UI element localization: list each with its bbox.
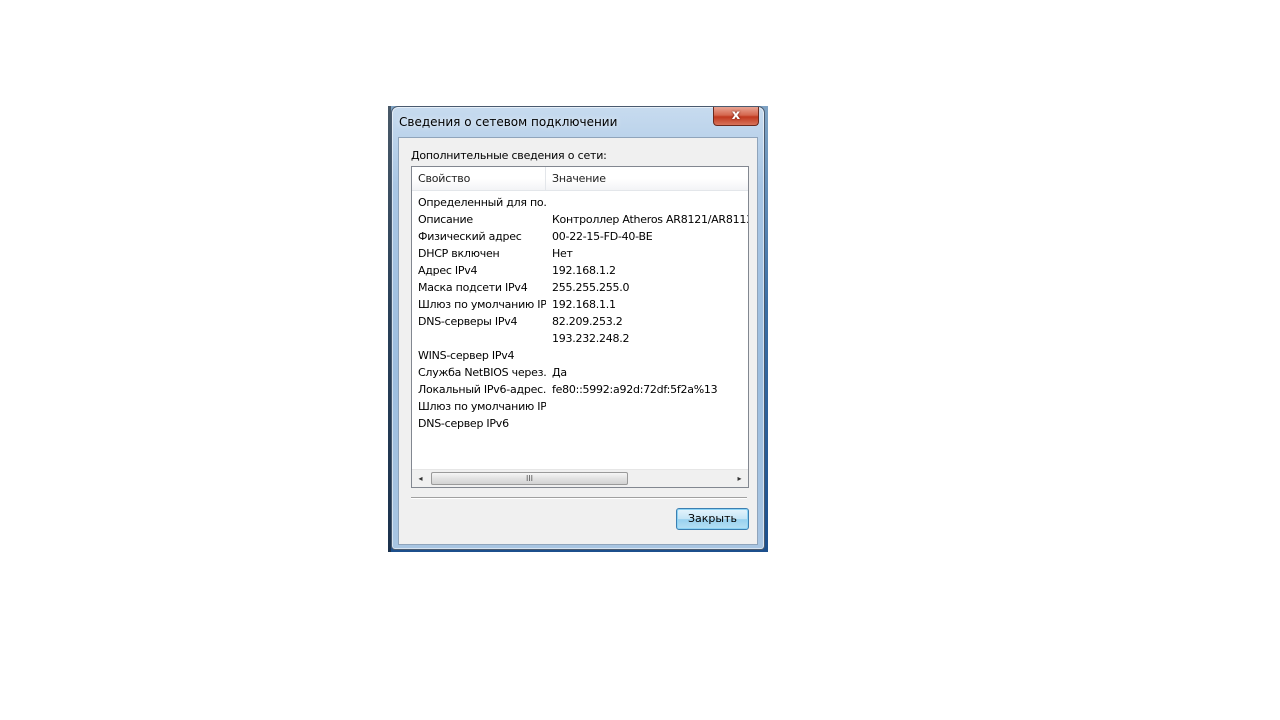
table-row[interactable]: DHCP включен Нет bbox=[412, 245, 748, 262]
column-header-value[interactable]: Значение bbox=[546, 167, 748, 190]
property-cell: WINS-сервер IPv4 bbox=[418, 349, 515, 362]
details-list-view[interactable]: Свойство Значение Определенный для по...… bbox=[411, 166, 749, 488]
property-cell: DNS-сервер IPv6 bbox=[418, 417, 509, 430]
value-cell: 82.209.253.2 bbox=[552, 315, 623, 328]
property-cell: Описание bbox=[418, 213, 473, 226]
scrollbar-thumb[interactable]: III bbox=[431, 472, 628, 485]
value-cell bbox=[552, 415, 748, 432]
table-row[interactable]: Служба NetBIOS через... Да bbox=[412, 364, 748, 381]
value-cell: Да bbox=[552, 366, 567, 379]
value-cell bbox=[552, 347, 748, 364]
property-cell: Определенный для по... bbox=[418, 196, 546, 209]
table-row[interactable]: Маска подсети IPv4 255.255.255.0 bbox=[412, 279, 748, 296]
property-cell: Маска подсети IPv4 bbox=[418, 281, 528, 294]
table-row[interactable]: Локальный IPv6-адрес... fe80::5992:a92d:7… bbox=[412, 381, 748, 398]
value-cell: Нет bbox=[552, 247, 573, 260]
property-cell: DHCP включен bbox=[418, 247, 500, 260]
property-cell: Локальный IPv6-адрес... bbox=[418, 383, 546, 396]
table-row[interactable]: Адрес IPv4 192.168.1.2 bbox=[412, 262, 748, 279]
close-icon: x bbox=[731, 108, 741, 123]
horizontal-scrollbar[interactable]: ◂ III ▸ bbox=[412, 469, 748, 487]
value-cell bbox=[552, 398, 748, 415]
section-label: Дополнительные сведения о сети: bbox=[411, 149, 607, 162]
property-cell: Шлюз по умолчанию IP... bbox=[418, 400, 546, 413]
grip-icon: III bbox=[525, 474, 534, 483]
list-rows: Определенный для по... Описание Контроллер… bbox=[412, 194, 748, 432]
network-connection-details-dialog: Сведения о сетевом подключении x Дополни… bbox=[391, 106, 765, 550]
table-row[interactable]: DNS-серверы IPv4 82.209.253.2 bbox=[412, 313, 748, 330]
list-header: Свойство Значение bbox=[412, 167, 748, 191]
arrow-left-icon: ◂ bbox=[418, 474, 423, 483]
window-title: Сведения о сетевом подключении bbox=[399, 115, 618, 129]
value-cell: 192.168.1.2 bbox=[552, 264, 616, 277]
title-bar[interactable]: Сведения о сетевом подключении x bbox=[392, 107, 764, 137]
scroll-left-button[interactable]: ◂ bbox=[412, 470, 429, 487]
table-row[interactable]: Шлюз по умолчанию IP... bbox=[412, 398, 748, 415]
table-row[interactable]: 193.232.248.2 bbox=[412, 330, 748, 347]
value-cell: 00-22-15-FD-40-BE bbox=[552, 230, 653, 243]
value-cell: 255.255.255.0 bbox=[552, 281, 630, 294]
table-row[interactable]: WINS-сервер IPv4 bbox=[412, 347, 748, 364]
window-close-button[interactable]: x bbox=[713, 107, 759, 126]
table-row[interactable]: Физический адрес 00-22-15-FD-40-BE bbox=[412, 228, 748, 245]
desktop: Сведения о сетевом подключении x Дополни… bbox=[0, 0, 1280, 720]
table-row[interactable]: DNS-сервер IPv6 bbox=[412, 415, 748, 432]
value-cell: 193.232.248.2 bbox=[552, 332, 630, 345]
column-header-property[interactable]: Свойство bbox=[412, 167, 546, 190]
value-cell bbox=[552, 194, 748, 211]
property-cell: DNS-серверы IPv4 bbox=[418, 315, 518, 328]
property-cell: Адрес IPv4 bbox=[418, 264, 478, 277]
table-row[interactable]: Описание Контроллер Atheros AR8121/AR8113… bbox=[412, 211, 748, 228]
table-row[interactable]: Шлюз по умолчанию IP... 192.168.1.1 bbox=[412, 296, 748, 313]
divider bbox=[411, 497, 747, 499]
property-cell bbox=[418, 330, 546, 347]
property-cell: Служба NetBIOS через... bbox=[418, 366, 546, 379]
property-cell: Физический адрес bbox=[418, 230, 522, 243]
arrow-right-icon: ▸ bbox=[737, 474, 742, 483]
table-row[interactable]: Определенный для по... bbox=[412, 194, 748, 211]
value-cell: 192.168.1.1 bbox=[552, 298, 616, 311]
property-cell: Шлюз по умолчанию IP... bbox=[418, 298, 546, 311]
close-button[interactable]: Закрыть bbox=[676, 508, 749, 530]
value-cell: Контроллер Atheros AR8121/AR8113/A bbox=[552, 213, 748, 226]
scroll-right-button[interactable]: ▸ bbox=[731, 470, 748, 487]
dialog-client-area: Дополнительные сведения о сети: Свойство… bbox=[398, 137, 758, 545]
value-cell: fe80::5992:a92d:72df:5f2a%13 bbox=[552, 383, 718, 396]
